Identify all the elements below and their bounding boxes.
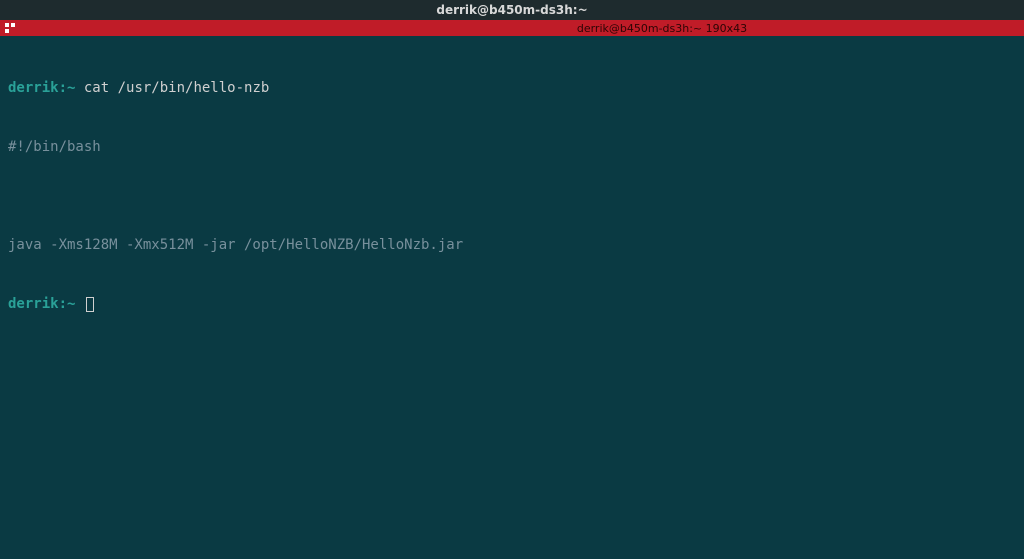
tab-label[interactable]: derrik@b450m-ds3h:~ 190x43 — [577, 22, 747, 35]
window-title: derrik@b450m-ds3h:~ — [436, 3, 587, 17]
terminal-output: java -Xms128M -Xmx512M -jar /opt/HelloNZ… — [8, 236, 1016, 256]
terminal-output: #!/bin/bash — [8, 138, 1016, 158]
terminal-line: derrik:~ — [8, 295, 1016, 315]
command-text: cat /usr/bin/hello-nzb — [75, 80, 269, 96]
terminal-content[interactable]: derrik:~ cat /usr/bin/hello-nzb #!/bin/b… — [0, 36, 1024, 338]
terminal-line: derrik:~ cat /usr/bin/hello-nzb — [8, 79, 1016, 99]
terminal-cursor — [86, 297, 94, 312]
app-menu-icon[interactable] — [2, 20, 18, 36]
terminal-tabbar[interactable]: derrik@b450m-ds3h:~ 190x43 — [0, 20, 1024, 36]
prompt: derrik:~ — [8, 80, 75, 96]
prompt: derrik:~ — [8, 296, 75, 312]
window-titlebar: derrik@b450m-ds3h:~ — [0, 0, 1024, 20]
